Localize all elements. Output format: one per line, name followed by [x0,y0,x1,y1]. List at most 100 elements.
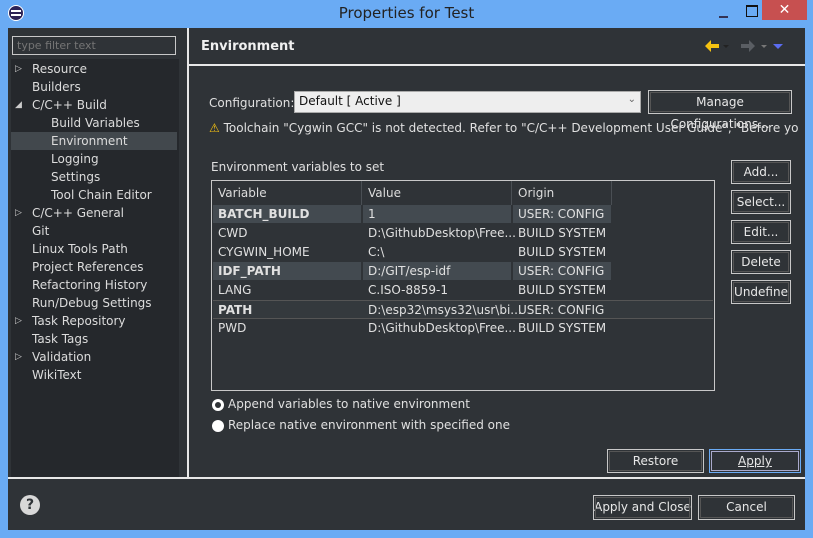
cell-variable: LANG [218,283,252,297]
undefine-button[interactable]: Undefine [731,280,791,304]
column-header-origin[interactable]: Origin [512,181,612,205]
tree-item[interactable]: Tool Chain Editor [11,186,177,204]
cell-variable: PATH [218,303,253,317]
cell-value: D:\GithubDesktop\Free... [368,321,516,335]
tree-item[interactable]: Build Variables [11,114,177,132]
page-title: Environment [201,39,295,54]
table-row[interactable]: CYGWIN_HOME C:\ BUILD SYSTEM [213,243,713,262]
filter-input[interactable] [12,36,176,55]
table-row[interactable]: CWD D:\GithubDesktop\Free... BUILD SYSTEM [213,224,713,243]
cell-value: D:/GIT/esp-idf [363,262,511,280]
cell-origin: USER: CONFIG [513,205,611,223]
tree-item-label: Tool Chain Editor [51,188,152,202]
tree-item[interactable]: ▷ Validation [11,348,177,366]
tree-item[interactable]: Project References [11,258,177,276]
append-radio[interactable] [212,399,224,411]
column-header-value[interactable]: Value [362,181,512,205]
back-menu-chevron-icon[interactable] [723,45,729,48]
tree-item-label: Logging [51,152,99,166]
environment-table[interactable]: Variable Value Origin BATCH_BUILD 1 USER: … [211,180,715,391]
view-menu-chevron-icon[interactable] [773,44,783,49]
page-header: Environment [189,28,805,66]
append-radio-label[interactable]: Append variables to native environment [228,397,470,411]
close-button[interactable]: ✕ [762,0,807,20]
tree-item[interactable]: ◢ C/C++ Build [11,96,177,114]
tree-item[interactable]: WikiText [11,366,177,384]
configuration-select[interactable]: Default [ Active ] ⌄ [294,91,641,113]
tree-item-label: Linux Tools Path [32,242,128,256]
cell-value: D:\esp32\msys32\usr\bi... [368,303,522,317]
replace-radio-label[interactable]: Replace native environment with specifie… [228,418,510,432]
minimize-button[interactable] [716,6,738,20]
tree-item[interactable]: Run/Debug Settings [11,294,177,312]
replace-radio[interactable] [212,420,224,432]
sidebar: ▷ Resource Builders ◢ C/C++ Build Build Varia… [8,28,186,477]
tree-item[interactable]: Task Tags [11,330,177,348]
add-button[interactable]: Add... [731,160,791,184]
warning-icon: ⚠ [209,121,220,135]
tree-item[interactable]: Refactoring History [11,276,177,294]
tree-item-label: Project References [32,260,144,274]
table-row[interactable]: IDF_PATH D:/GIT/esp-idf USER: CONFIG [213,262,713,281]
cell-origin: BUILD SYSTEM [518,283,607,297]
restore-defaults-button[interactable]: Restore Defaults [607,449,704,490]
delete-button[interactable]: Delete [731,250,791,274]
cancel-button[interactable]: Cancel [698,495,795,520]
collapse-twisty-icon[interactable]: ◢ [15,96,22,114]
tree-item-label: Build Variables [51,116,140,130]
tree-item[interactable]: Environment [11,132,177,150]
column-header-variable[interactable]: Variable [212,181,362,205]
back-arrow-icon[interactable] [705,40,719,52]
table-row[interactable]: LANG C.ISO-8859-1 BUILD SYSTEM [213,281,713,300]
select-button[interactable]: Select... [731,190,791,214]
tree-item[interactable]: Linux Tools Path [11,240,177,258]
property-tree: ▷ Resource Builders ◢ C/C++ Build Build Varia… [11,59,179,477]
cell-variable: CYGWIN_HOME [218,245,310,259]
edit-button[interactable]: Edit... [731,220,791,244]
manage-configurations-button[interactable]: Manage Configurations... [648,90,792,131]
tree-item-label: Builders [32,80,81,94]
table-row[interactable]: PATH D:\esp32\msys32\usr\bi... USER: CONFI… [213,300,713,319]
tree-item[interactable]: ▷ C/C++ General [11,204,177,222]
tree-item-label: Run/Debug Settings [32,296,152,310]
window-title: Properties for Test [338,4,475,22]
configuration-value: Default [ Active ] [299,94,401,108]
tree-item[interactable]: Builders [11,78,177,96]
table-label: Environment variables to set [211,160,385,174]
cell-origin: USER: CONFIG [513,262,611,280]
tree-item-label: Task Tags [32,332,89,346]
apply-button[interactable]: Apply [709,449,801,473]
expand-twisty-icon[interactable]: ▷ [15,312,22,330]
title-bar: Properties for Test ✕ [0,0,813,27]
dialog-body: ▷ Resource Builders ◢ C/C++ Build Build Varia… [8,28,805,530]
nav-toolbar [705,40,783,52]
cell-variable: BATCH_BUILD [213,205,361,223]
expand-twisty-icon[interactable]: ▷ [15,348,22,366]
table-row[interactable]: PWD D:\GithubDesktop\Free... BUILD SYSTEM [213,319,713,338]
tree-item-label: C/C++ Build [32,98,107,112]
apply-and-close-button[interactable]: Apply and Close [593,495,692,520]
tree-item-label: Task Repository [32,314,126,328]
expand-twisty-icon[interactable]: ▷ [15,60,22,78]
tree-item-label: Environment [51,134,128,148]
tree-item[interactable]: ▷ Resource [11,60,177,78]
environment-page: Environment Configuration: Default [ Act… [189,28,805,490]
tree-item[interactable]: Logging [11,150,177,168]
dialog-footer: ? Apply and Close Cancel [8,477,805,530]
cell-origin: BUILD SYSTEM [518,245,607,259]
cell-value: C:\ [368,245,385,259]
forward-arrow-icon[interactable] [741,40,755,52]
tree-item-label: Resource [32,62,88,76]
forward-menu-chevron-icon[interactable] [761,45,767,48]
tree-item[interactable]: Settings [11,168,177,186]
tree-item[interactable]: ▷ Task Repository [11,312,177,330]
table-row[interactable]: BATCH_BUILD 1 USER: CONFIG [213,205,713,224]
expand-twisty-icon[interactable]: ▷ [15,204,22,222]
tree-item-label: Git [32,224,50,238]
help-icon[interactable]: ? [20,495,40,515]
cell-origin: BUILD SYSTEM [518,226,607,240]
cell-variable: CWD [218,226,248,240]
tree-item[interactable]: Git [11,222,177,240]
cell-variable: PWD [218,321,247,335]
tree-item-label: Validation [32,350,92,364]
